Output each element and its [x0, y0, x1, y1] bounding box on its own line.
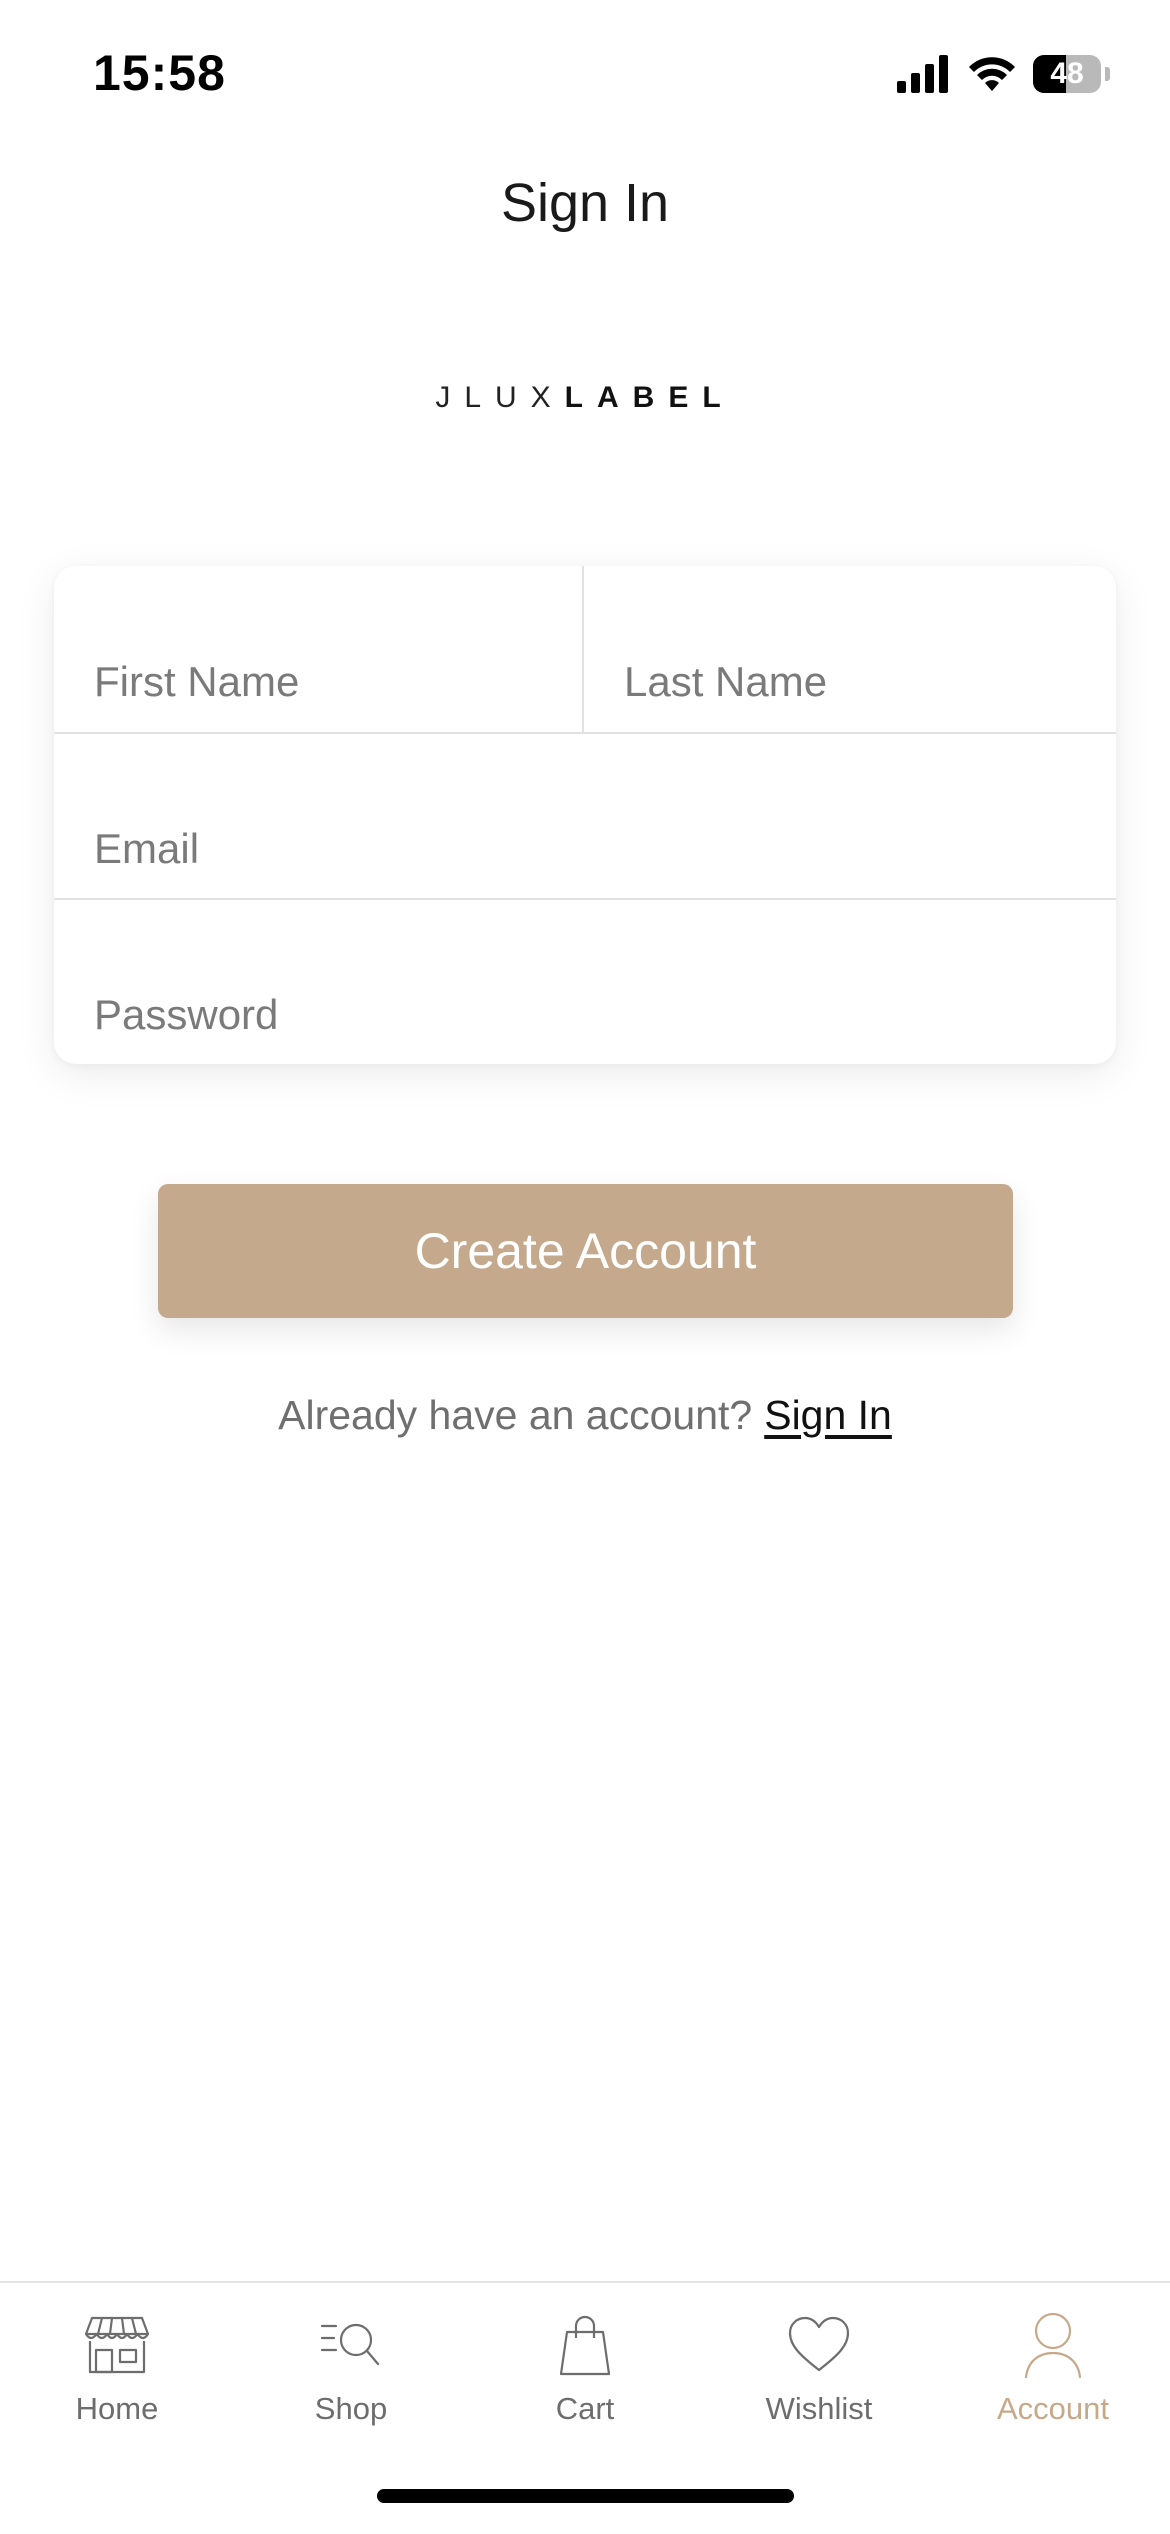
password-row — [54, 900, 1116, 1064]
heart-icon — [702, 2305, 936, 2385]
email-row — [54, 734, 1116, 900]
tab-account-label: Account — [996, 2391, 1109, 2426]
tab-shop-label: Shop — [314, 2391, 388, 2426]
cellular-signal-icon — [897, 55, 948, 93]
signin-prompt: Already have an account? Sign In — [0, 1392, 1170, 1439]
logo-light-text: JLUX — [435, 381, 565, 414]
tab-home-label: Home — [75, 2391, 159, 2426]
home-indicator[interactable] — [377, 2489, 794, 2503]
battery-icon: 48 — [1033, 55, 1101, 93]
tab-shop[interactable]: Shop — [234, 2283, 468, 2453]
last-name-field[interactable] — [584, 566, 1116, 732]
status-bar: 15:58 48 — [0, 0, 1170, 150]
status-time: 15:58 — [93, 45, 226, 101]
name-row — [54, 566, 1116, 734]
create-account-button[interactable]: Create Account — [158, 1184, 1013, 1318]
tab-cart-label: Cart — [555, 2391, 615, 2426]
battery-cap — [1105, 67, 1110, 81]
sign-in-link[interactable]: Sign In — [764, 1392, 892, 1438]
page-title: Sign In — [500, 173, 670, 233]
battery-level: 48 — [1050, 57, 1084, 90]
tab-wishlist-label: Wishlist — [765, 2391, 873, 2426]
tab-account[interactable]: Account — [936, 2283, 1170, 2453]
brand-logo: JLUXLABEL — [0, 381, 1170, 415]
first-name-field[interactable] — [54, 566, 582, 732]
tab-cart[interactable]: Cart — [468, 2283, 702, 2453]
status-icons: 48 — [897, 52, 1110, 96]
shopping-bag-icon — [468, 2305, 702, 2385]
search-list-icon — [234, 2305, 468, 2385]
person-icon — [936, 2305, 1170, 2385]
storefront-icon — [0, 2305, 234, 2385]
wifi-icon — [969, 57, 1015, 91]
tab-wishlist[interactable]: Wishlist — [702, 2283, 936, 2453]
logo-bold-text: LABEL — [564, 381, 735, 414]
signup-form-card — [54, 566, 1116, 1064]
tab-home[interactable]: Home — [0, 2283, 234, 2453]
password-field[interactable] — [54, 900, 1116, 1064]
already-have-account-text: Already have an account? — [278, 1392, 753, 1438]
email-field[interactable] — [54, 734, 1116, 898]
